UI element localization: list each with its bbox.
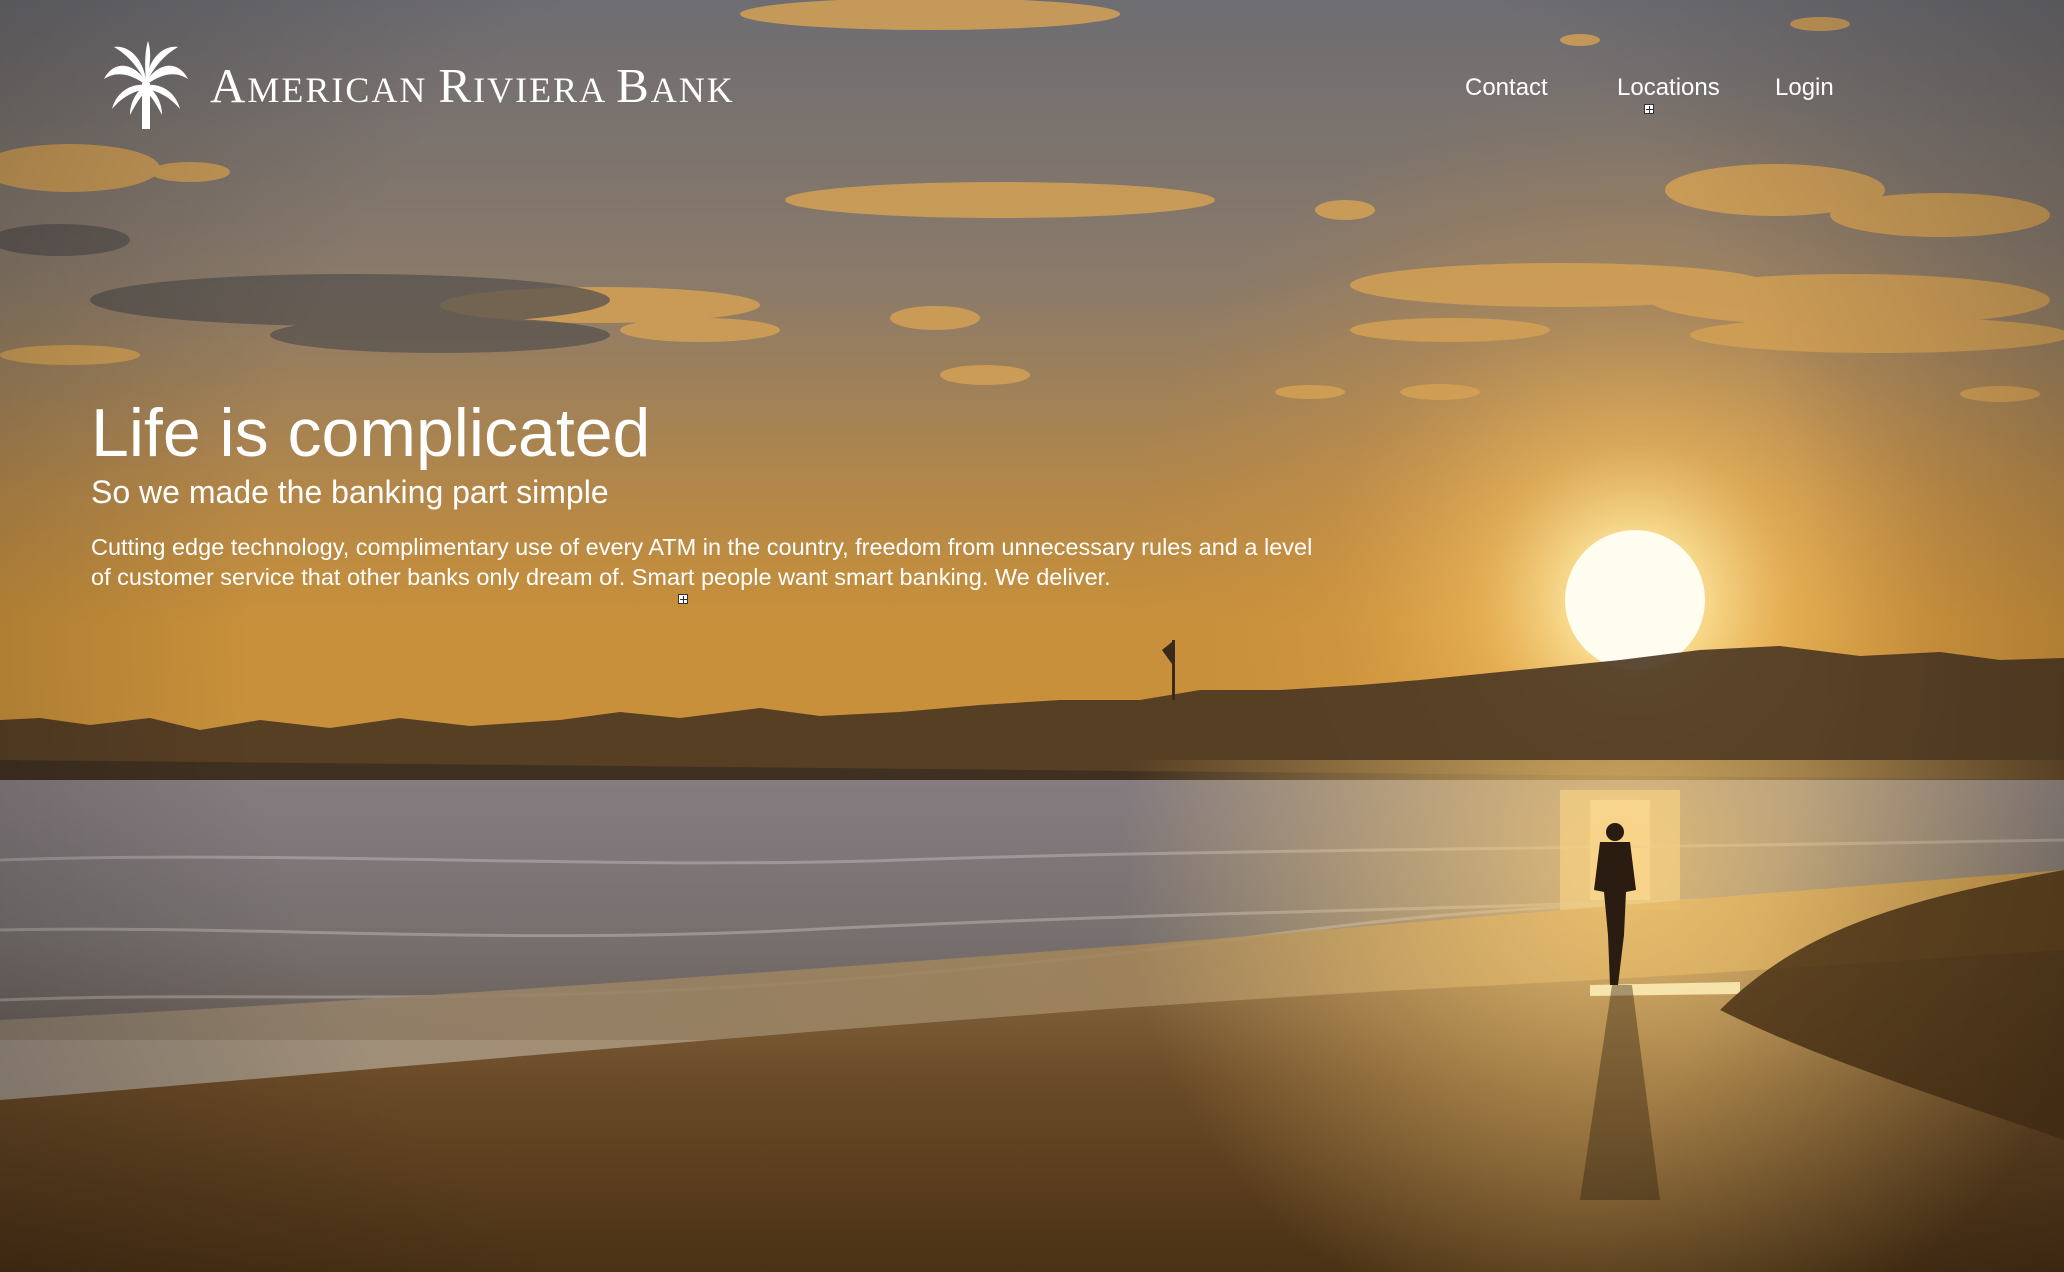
hero-description: Cutting edge technology, complimentary u…: [91, 534, 1313, 590]
site-header: American Riviera Bank Contact Locations …: [0, 0, 2064, 160]
nav-contact-link[interactable]: Contact: [1465, 70, 1548, 106]
cursor-marker-icon: [1644, 104, 1654, 114]
nav-locations-link[interactable]: Locations: [1617, 70, 1720, 106]
hero-subtitle: So we made the banking part simple: [91, 474, 609, 510]
cursor-marker-icon: [678, 594, 688, 604]
hero-background-image: [0, 0, 2064, 1272]
top-navigation: Contact Locations Login: [0, 70, 2064, 110]
hero-title: Life is complicated: [91, 395, 651, 471]
nav-login-link[interactable]: Login: [1775, 70, 1834, 106]
hero-section: Life is complicated So we made the banki…: [91, 394, 1321, 592]
